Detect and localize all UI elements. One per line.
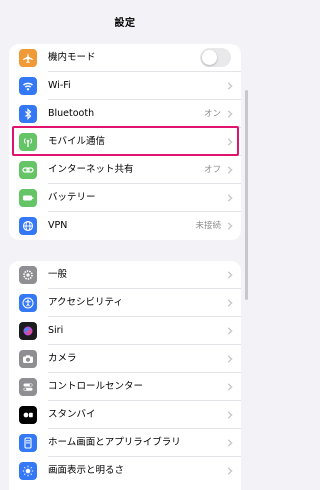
page-title: 設定 bbox=[114, 18, 136, 29]
settings-row-hotspot[interactable]: インターネット共有 オフ bbox=[9, 156, 241, 184]
wifi-icon bbox=[19, 77, 37, 95]
battery-icon bbox=[19, 189, 37, 207]
settings-row-vpn[interactable]: VPN 未接続 bbox=[9, 212, 241, 240]
settings-row-battery[interactable]: バッテリー bbox=[9, 184, 241, 212]
chevron-right-icon bbox=[227, 383, 233, 391]
chevron-right-icon bbox=[227, 299, 233, 307]
settings-row-display[interactable]: 画面表示と明るさ bbox=[9, 457, 241, 485]
sun-icon bbox=[19, 462, 37, 480]
settings-row-siri[interactable]: Siri bbox=[9, 317, 241, 345]
standby-icon bbox=[19, 406, 37, 424]
link-icon bbox=[19, 161, 37, 179]
row-label: バッテリー bbox=[48, 192, 96, 203]
row-label: コントロールセンター bbox=[48, 381, 144, 392]
row-label: 機内モード bbox=[48, 52, 96, 63]
row-label: スタンバイ bbox=[48, 409, 96, 420]
gear-icon bbox=[19, 266, 37, 284]
chevron-right-icon bbox=[227, 194, 233, 202]
row-label: VPN bbox=[48, 220, 68, 231]
row-label: Bluetooth bbox=[48, 108, 95, 119]
siri-icon bbox=[19, 322, 37, 340]
row-value: オフ bbox=[203, 165, 221, 175]
row-label: カメラ bbox=[48, 353, 77, 364]
row-value: 未接続 bbox=[195, 221, 221, 231]
airplane-icon bbox=[19, 49, 37, 67]
settings-row-airplane[interactable]: 機内モード bbox=[9, 44, 241, 72]
settings-row-cellular[interactable]: モバイル通信 bbox=[9, 128, 241, 156]
chevron-right-icon bbox=[227, 355, 233, 363]
chevron-right-icon bbox=[227, 138, 233, 146]
toggle-knob bbox=[202, 50, 217, 65]
chevron-right-icon bbox=[227, 439, 233, 447]
row-label: アクセシビリティ bbox=[48, 297, 123, 308]
row-label: ホーム画面とアプリライブラリ bbox=[48, 437, 181, 448]
chevron-right-icon bbox=[227, 327, 233, 335]
chevron-right-icon bbox=[227, 166, 233, 174]
connectivity-group: 機内モード Wi-Fi Bluetooth オンモバイル通信インターネット共有 オフバッ… bbox=[9, 44, 241, 240]
chevron-right-icon bbox=[227, 467, 233, 475]
camera-icon bbox=[19, 350, 37, 368]
system-group: 一般アクセシビリティ Siri カメラコントロールセンター スタンバイホーム画面とアプ… bbox=[9, 261, 241, 490]
settings-row-control-center[interactable]: コントロールセンター bbox=[9, 373, 241, 401]
row-label: モバイル通信 bbox=[48, 136, 106, 147]
row-value: オン bbox=[203, 109, 221, 119]
chevron-right-icon bbox=[227, 271, 233, 279]
airplane-mode-toggle[interactable] bbox=[200, 48, 231, 67]
settings-row-wifi[interactable]: Wi-Fi bbox=[9, 72, 241, 100]
scrollbar[interactable] bbox=[245, 90, 248, 300]
globe-icon bbox=[19, 217, 37, 235]
chevron-right-icon bbox=[227, 411, 233, 419]
settings-row-general[interactable]: 一般 bbox=[9, 261, 241, 289]
settings-row-accessibility[interactable]: アクセシビリティ bbox=[9, 289, 241, 317]
chevron-right-icon bbox=[227, 82, 233, 90]
switches-icon bbox=[19, 378, 37, 396]
row-label: Siri bbox=[48, 325, 64, 336]
bluetooth-icon bbox=[19, 105, 37, 123]
accessibility-icon bbox=[19, 294, 37, 312]
chevron-right-icon bbox=[227, 222, 233, 230]
chevron-right-icon bbox=[227, 110, 233, 118]
settings-row-camera[interactable]: カメラ bbox=[9, 345, 241, 373]
settings-row-standby[interactable]: スタンバイ bbox=[9, 401, 241, 429]
row-label: Wi-Fi bbox=[48, 80, 71, 91]
row-label: 画面表示と明るさ bbox=[48, 465, 125, 476]
settings-row-home-screen[interactable]: ホーム画面とアプリライブラリ bbox=[9, 429, 241, 457]
settings-row-bluetooth[interactable]: Bluetooth オン bbox=[9, 100, 241, 128]
row-label: 一般 bbox=[48, 269, 68, 280]
row-label: インターネット共有 bbox=[48, 164, 134, 175]
phone-icon bbox=[19, 434, 37, 452]
antenna-icon bbox=[19, 133, 37, 151]
